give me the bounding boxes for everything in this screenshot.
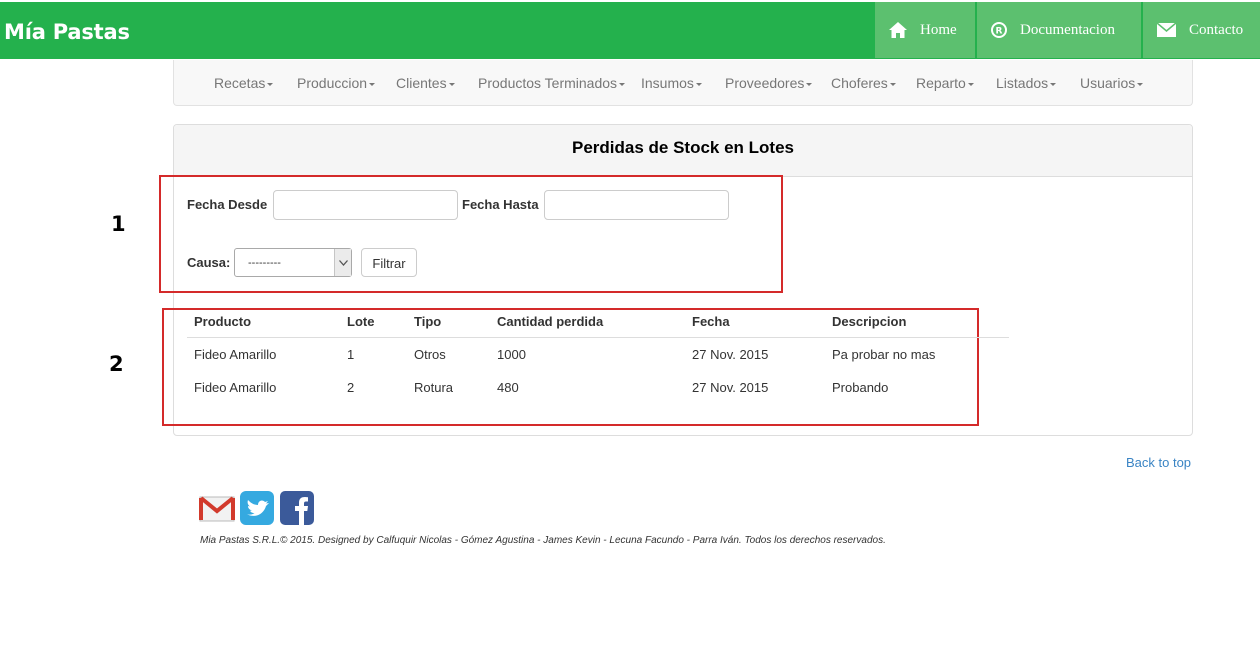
facebook-icon[interactable] — [279, 490, 315, 526]
cell-cantidad: 1000 — [497, 347, 526, 362]
menu-choferes[interactable]: Choferes — [831, 75, 896, 91]
menu-recetas-label: Recetas — [214, 75, 266, 91]
nav-contacto[interactable]: Contacto — [1143, 2, 1260, 58]
nav-documentacion-label: Documentacion — [1020, 21, 1115, 38]
cell-descripcion: Probando — [832, 380, 889, 395]
menu-listados[interactable]: Listados — [996, 75, 1057, 91]
home-icon — [889, 22, 907, 38]
cell-fecha: 27 Nov. 2015 — [692, 380, 769, 395]
annotation-box-1 — [159, 175, 783, 293]
main-menu: Recetas Produccion Clientes Productos Te… — [173, 60, 1193, 106]
nav-home-label: Home — [920, 21, 957, 38]
nav-documentacion[interactable]: R Documentacion — [977, 2, 1141, 58]
column-header-cantidad: Cantidad perdida — [497, 314, 604, 329]
caret-down-icon — [369, 82, 376, 86]
menu-choferes-label: Choferes — [831, 75, 888, 91]
menu-produccion-label: Produccion — [297, 75, 368, 91]
menu-clientes[interactable]: Clientes — [396, 75, 455, 91]
caret-down-icon — [806, 82, 813, 86]
column-header-descripcion: Descripcion — [832, 314, 907, 329]
registered-icon: R — [991, 22, 1007, 38]
annotation-label-2: 2 — [109, 352, 124, 376]
cell-producto: Fideo Amarillo — [194, 380, 277, 395]
cell-lote: 2 — [347, 380, 355, 395]
back-to-top-link[interactable]: Back to top — [1126, 455, 1191, 470]
cell-tipo: Rotura — [414, 380, 454, 395]
menu-proveedores[interactable]: Proveedores — [725, 75, 813, 91]
brand-logo[interactable]: Mía Pastas — [4, 20, 130, 44]
menu-usuarios-label: Usuarios — [1080, 75, 1136, 91]
column-header-lote: Lote — [347, 314, 375, 329]
column-header-fecha: Fecha — [692, 314, 730, 329]
cell-lote: 1 — [347, 347, 355, 362]
gmail-icon[interactable] — [199, 490, 235, 526]
menu-listados-label: Listados — [996, 75, 1049, 91]
cell-tipo: Otros — [414, 347, 446, 362]
menu-produccion[interactable]: Produccion — [297, 75, 376, 91]
menu-usuarios[interactable]: Usuarios — [1080, 75, 1144, 91]
caret-down-icon — [695, 82, 702, 86]
twitter-icon[interactable] — [239, 490, 275, 526]
envelope-icon — [1157, 23, 1176, 37]
cell-producto: Fideo Amarillo — [194, 347, 277, 362]
menu-insumos[interactable]: Insumos — [641, 75, 702, 91]
caret-down-icon — [448, 82, 455, 86]
caret-down-icon — [1137, 82, 1144, 86]
nav-home[interactable]: Home — [875, 2, 975, 58]
menu-recetas[interactable]: Recetas — [214, 75, 274, 91]
cell-cantidad: 480 — [497, 380, 519, 395]
copyright-text: Mia Pastas S.R.L.© 2015. Designed by Cal… — [200, 535, 886, 546]
cell-descripcion: Pa probar no mas — [832, 347, 936, 362]
menu-reparto[interactable]: Reparto — [916, 75, 974, 91]
caret-down-icon — [967, 82, 974, 86]
table-header-divider — [187, 337, 1009, 338]
panel-title: Perdidas de Stock en Lotes — [174, 125, 1192, 177]
caret-down-icon — [619, 82, 626, 86]
nav-contacto-label: Contacto — [1189, 21, 1244, 38]
menu-productos-terminados-label: Productos Terminados — [478, 75, 618, 91]
menu-proveedores-label: Proveedores — [725, 75, 805, 91]
caret-down-icon — [1050, 82, 1057, 86]
svg-text:R: R — [996, 27, 1003, 37]
top-header: Mía Pastas Home R Documentacion Contacto — [0, 2, 1260, 59]
caret-down-icon — [889, 82, 896, 86]
menu-productos-terminados[interactable]: Productos Terminados — [478, 75, 626, 91]
column-header-tipo: Tipo — [414, 314, 442, 329]
menu-reparto-label: Reparto — [916, 75, 966, 91]
menu-clientes-label: Clientes — [396, 75, 447, 91]
menu-insumos-label: Insumos — [641, 75, 694, 91]
column-header-producto: Producto — [194, 314, 252, 329]
cell-fecha: 27 Nov. 2015 — [692, 347, 769, 362]
caret-down-icon — [267, 82, 274, 86]
annotation-label-1: 1 — [111, 212, 126, 236]
